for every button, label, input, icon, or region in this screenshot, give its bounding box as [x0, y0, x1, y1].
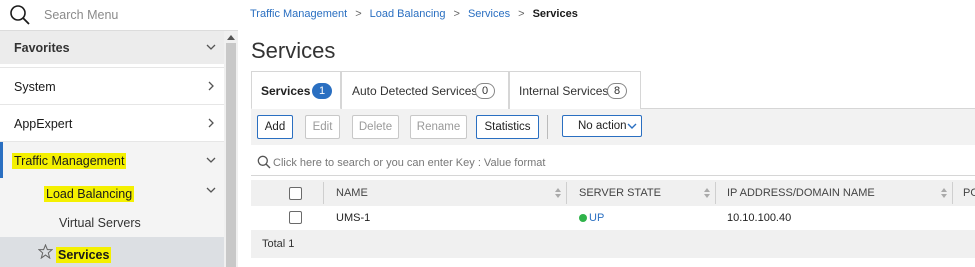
app-root: Search Menu Favorites System AppExpert T… — [0, 0, 975, 267]
breadcrumb-current: Services — [532, 8, 578, 20]
action-select-value: No action — [578, 120, 627, 132]
chevron-down-icon — [206, 157, 216, 163]
breadcrumb: Traffic Management > Load Balancing > Servic… — [250, 8, 578, 20]
chevron-down-icon — [627, 123, 637, 129]
breadcrumb-separator-icon: > — [453, 8, 460, 20]
column-header-label: IP ADDRESS/DOMAIN NAME — [727, 187, 875, 199]
chevron-right-icon — [208, 81, 214, 91]
sidebar-item-virtual-servers[interactable]: Virtual Servers — [0, 208, 224, 237]
column-header-label: SERVER STATE — [579, 187, 661, 199]
chevron-down-icon — [206, 44, 216, 50]
action-select[interactable]: No action — [562, 115, 642, 137]
sidebar-item-traffic-management[interactable]: Traffic Management — [0, 141, 224, 267]
sidebar-scrollbar[interactable] — [224, 31, 238, 267]
column-header-port[interactable]: PO — [953, 180, 975, 206]
sort-icon — [555, 188, 561, 198]
sort-icon — [941, 188, 947, 198]
scroll-up-arrow-icon[interactable] — [227, 35, 235, 40]
table-search-placeholder: Click here to search or you can enter Ke… — [273, 157, 546, 169]
tab-bar: Services 1 Auto Detected Services 0 Inte… — [251, 71, 975, 110]
status-text: UP — [589, 212, 605, 224]
menu-search-placeholder: Search Menu — [44, 8, 119, 22]
star-icon[interactable] — [38, 244, 53, 259]
sidebar-item-label: Favorites — [14, 41, 70, 55]
chevron-down-icon — [206, 187, 216, 193]
tab-label: Internal Services — [519, 84, 609, 98]
tab-count-badge: 8 — [607, 83, 628, 99]
sidebar-item-label: Virtual Servers — [59, 216, 141, 230]
sidebar-item-label: Load Balancing — [44, 186, 135, 202]
breadcrumb-load-balancing[interactable]: Load Balancing — [370, 8, 446, 20]
column-header-label: NAME — [336, 187, 368, 199]
cell-server-state: UP — [579, 212, 604, 224]
menu-search[interactable]: Search Menu — [0, 0, 238, 31]
chevron-right-icon — [208, 118, 214, 128]
column-header-server-state[interactable]: SERVER STATE — [567, 180, 715, 206]
main-content: Traffic Management > Load Balancing > Servic… — [238, 0, 975, 267]
tab-internal-services[interactable]: Internal Services 8 — [509, 71, 641, 109]
statistics-button[interactable]: Statistics — [476, 115, 539, 139]
search-icon — [10, 5, 30, 25]
column-header-label: PO — [963, 187, 975, 199]
column-header-name[interactable]: NAME — [324, 180, 566, 206]
tab-services[interactable]: Services 1 — [251, 71, 341, 110]
table-footer: Total 1 — [251, 230, 975, 258]
table-row[interactable]: UMS-1 UP 10.10.100.40 — [251, 206, 975, 230]
add-button[interactable]: Add — [257, 115, 293, 139]
page-title: Services — [251, 38, 336, 63]
delete-button[interactable]: Delete — [352, 115, 399, 139]
toolbar-divider — [547, 115, 548, 139]
breadcrumb-separator-icon: > — [518, 8, 525, 20]
breadcrumb-traffic-management[interactable]: Traffic Management — [250, 8, 347, 20]
cell-ip-address: 10.10.100.40 — [727, 212, 792, 224]
sidebar-item-services[interactable]: Services — [0, 237, 224, 267]
sidebar-item-appexpert[interactable]: AppExpert — [0, 104, 224, 141]
sidebar-item-load-balancing[interactable]: Load Balancing — [0, 178, 224, 208]
edit-button[interactable]: Edit — [305, 115, 340, 139]
sidebar-item-system[interactable]: System — [0, 67, 224, 104]
cell-name: UMS-1 — [336, 212, 371, 224]
sidebar-item-label: Services — [56, 247, 112, 263]
tab-auto-detected-services[interactable]: Auto Detected Services 0 — [341, 71, 509, 109]
column-header-ip-address[interactable]: IP ADDRESS/DOMAIN NAME — [716, 180, 952, 206]
tab-label: Services — [261, 84, 311, 98]
status-up-icon — [579, 214, 587, 222]
sidebar: Search Menu Favorites System AppExpert T… — [0, 0, 238, 267]
breadcrumb-separator-icon: > — [355, 8, 362, 20]
row-checkbox[interactable] — [289, 211, 302, 224]
rename-button[interactable]: Rename — [410, 115, 467, 139]
table-search[interactable]: Click here to search or you can enter Ke… — [251, 148, 975, 176]
search-icon — [257, 155, 271, 169]
sidebar-item-label: AppExpert — [14, 117, 73, 131]
table-header: NAME SERVER STATE IP ADDRESS/DOMAIN NAME — [251, 180, 975, 206]
tab-label: Auto Detected Services — [352, 84, 478, 98]
tab-count-badge: 1 — [312, 83, 333, 99]
sidebar-item-label: System — [14, 80, 56, 94]
sort-icon — [704, 188, 710, 198]
sidebar-item-label: Traffic Management — [12, 153, 127, 169]
toolbar: Add Edit Delete Rename Statistics No act… — [251, 109, 975, 145]
select-all-checkbox[interactable] — [289, 187, 302, 200]
sidebar-item-favorites[interactable]: Favorites — [0, 31, 224, 64]
total-count: Total 1 — [262, 238, 295, 250]
scrollbar-thumb[interactable] — [226, 43, 236, 267]
breadcrumb-services[interactable]: Services — [468, 8, 510, 20]
tab-count-badge: 0 — [475, 83, 496, 99]
